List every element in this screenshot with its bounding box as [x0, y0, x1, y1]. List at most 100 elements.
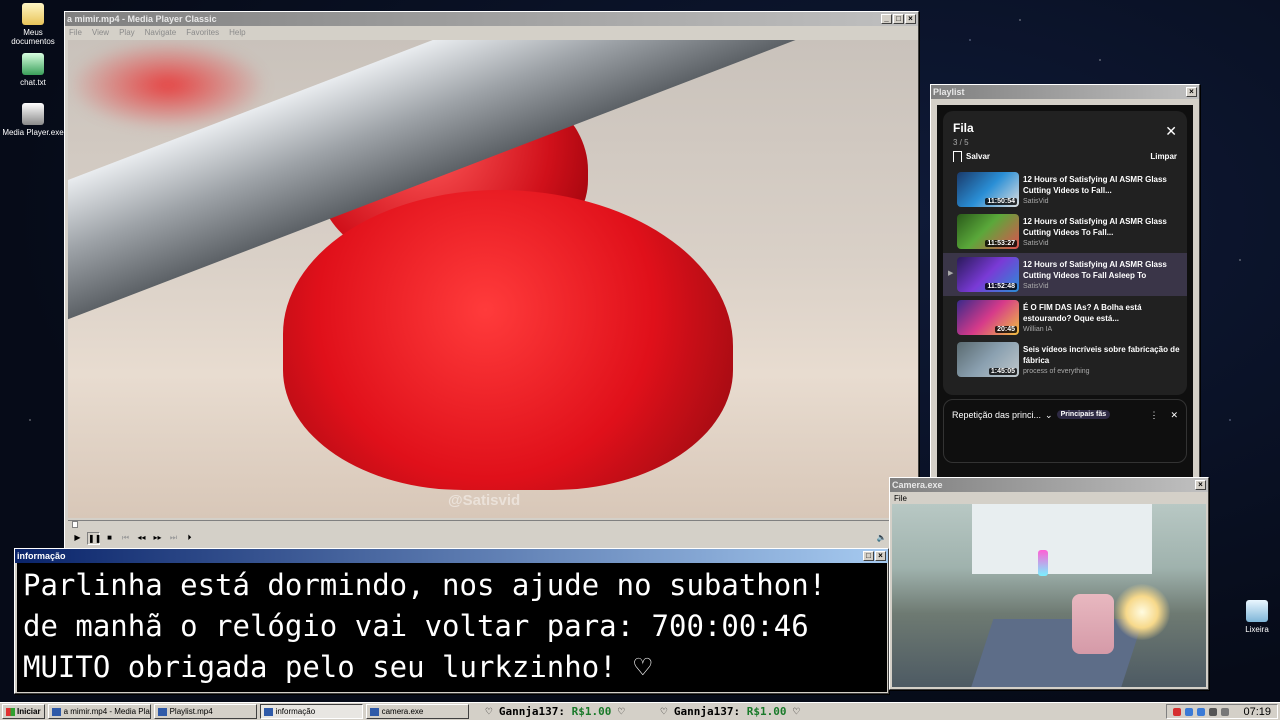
- ticker-amount: R$1.00: [746, 705, 787, 718]
- close-button[interactable]: ×: [1186, 87, 1197, 97]
- tray-app-icon[interactable]: [1209, 707, 1218, 716]
- more-vert-icon[interactable]: ⋮: [1149, 410, 1158, 421]
- video-thumbnail: 11:50:54: [957, 171, 1019, 207]
- close-icon[interactable]: ✕: [1165, 123, 1177, 140]
- duration-badge: 11:53:27: [985, 240, 1017, 248]
- tray-app-icon[interactable]: [1173, 707, 1182, 716]
- list-item[interactable]: 20:45 É O FIM DAS IAs? A Bolha está esto…: [943, 296, 1187, 339]
- video-watermark: @Satisvid: [448, 492, 521, 509]
- youtube-panel: Fila 3 / 5 ✕ Salvar Limpar 11:50:54 12 H…: [937, 105, 1193, 480]
- bookmark-icon: [953, 151, 962, 162]
- ticker-heart: ♡: [611, 705, 625, 718]
- window-title: Camera.exe: [892, 480, 943, 490]
- duration-badge: 1:45:05: [988, 368, 1017, 376]
- task-label: Playlist.mp4: [169, 707, 213, 716]
- video-thumbnail: 20:45: [957, 299, 1019, 335]
- menu-help[interactable]: Help: [229, 28, 245, 37]
- frame-step-button[interactable]: ⏵: [183, 532, 196, 545]
- video-thumbnail: 1:45:05: [957, 342, 1019, 378]
- window-title: Playlist: [933, 87, 965, 97]
- maximize-button[interactable]: □: [893, 14, 904, 24]
- desktop-icon-label: chat.txt: [20, 78, 46, 87]
- next-button[interactable]: ⏭: [167, 532, 180, 545]
- seek-bar[interactable]: [68, 520, 918, 528]
- info-titlebar[interactable]: informação □ ×: [15, 549, 888, 563]
- video-frame[interactable]: @Satisvid: [68, 40, 918, 518]
- media-player-titlebar[interactable]: a mimir.mp4 - Media Player Classic _ □ ×: [65, 12, 918, 26]
- menu-bar: File View Play Navigate Favorites Help: [65, 26, 918, 38]
- task-playlist[interactable]: Playlist.mp4: [153, 704, 257, 719]
- queue-list: 11:50:54 12 Hours of Satisfying AI ASMR …: [943, 168, 1187, 381]
- ticker-user: ♡ Gannja137:: [660, 705, 747, 718]
- save-button[interactable]: Salvar: [953, 151, 990, 162]
- menu-play[interactable]: Play: [119, 28, 135, 37]
- window-icon: [157, 707, 167, 716]
- clock[interactable]: 07:19: [1243, 706, 1271, 718]
- task-camera[interactable]: camera.exe: [365, 704, 469, 719]
- taskbar: Iniciar a mimir.mp4 - Media Player... Pl…: [0, 702, 1280, 720]
- camera-window: Camera.exe × File: [889, 477, 1209, 690]
- clear-button[interactable]: Limpar: [1150, 152, 1177, 161]
- start-button[interactable]: Iniciar: [2, 704, 45, 719]
- info-line: Parlinha está dormindo, nos ajude no sub…: [23, 568, 827, 602]
- desktop-icon-recycle-bin[interactable]: Lixeira: [1226, 600, 1280, 634]
- channel-name: SatisVid: [1023, 197, 1049, 205]
- pause-button[interactable]: ❚❚: [87, 531, 101, 545]
- menu-navigate[interactable]: Navigate: [145, 28, 177, 37]
- rewind-button[interactable]: ◂◂: [135, 532, 148, 545]
- play-button[interactable]: ▶: [71, 532, 84, 545]
- seek-handle[interactable]: [72, 521, 78, 528]
- playlist-name[interactable]: Repetição das princi...: [952, 410, 1041, 420]
- duration-badge: 20:45: [995, 325, 1017, 333]
- minimize-button[interactable]: _: [881, 14, 892, 24]
- list-item[interactable]: 11:50:54 12 Hours of Satisfying AI ASMR …: [943, 168, 1187, 211]
- ticker-entry: ♡ Gannja137: R$1.00 ♡: [486, 705, 625, 718]
- members-chip[interactable]: Principais fãs: [1056, 410, 1111, 419]
- speaker-icon[interactable]: [1221, 707, 1230, 716]
- close-button[interactable]: ×: [905, 14, 916, 24]
- lamp-glow: [1114, 584, 1170, 640]
- desktop-icon-documents[interactable]: Meus documentos: [2, 3, 64, 46]
- queue-title: Fila: [953, 121, 974, 135]
- chevron-down-icon[interactable]: ⌄: [1045, 410, 1053, 421]
- close-button[interactable]: ×: [1195, 480, 1206, 490]
- room-window: [972, 504, 1152, 574]
- window-icon: [263, 707, 273, 716]
- tray-app-icon[interactable]: [1185, 707, 1194, 716]
- maximize-button[interactable]: □: [863, 551, 874, 561]
- stop-button[interactable]: ■: [103, 532, 116, 545]
- recycle-bin-icon: [1246, 600, 1268, 622]
- task-info[interactable]: informação: [259, 704, 363, 719]
- desktop-icon-media-player[interactable]: Media Player.exe: [2, 103, 64, 137]
- ticker-user: ♡ Gannja137:: [485, 705, 572, 718]
- fast-forward-button[interactable]: ▸▸: [151, 532, 164, 545]
- info-message: Parlinha está dormindo, nos ajude no sub…: [17, 563, 887, 692]
- menu-file[interactable]: File: [69, 28, 82, 37]
- video-title: 12 Hours of Satisfying AI ASMR Glass Cut…: [1023, 259, 1167, 280]
- task-media-player[interactable]: a mimir.mp4 - Media Player...: [47, 704, 151, 719]
- menu-file[interactable]: File: [894, 494, 907, 503]
- list-item[interactable]: 1:45:05 Seis vídeos incríveis sobre fabr…: [943, 338, 1187, 381]
- speaker-icon[interactable]: 🔈: [875, 532, 888, 545]
- tray-app-icon[interactable]: [1197, 707, 1206, 716]
- info-line: de manhã o relógio vai voltar para: 700:…: [23, 609, 809, 643]
- menu-view[interactable]: View: [92, 28, 109, 37]
- camera-titlebar[interactable]: Camera.exe ×: [890, 478, 1208, 492]
- pink-jar: [1072, 594, 1114, 654]
- media-player-icon: [22, 103, 44, 125]
- ticker-entry: ♡ Gannja137: R$1.00 ♡: [661, 705, 800, 718]
- video-title: É O FIM DAS IAs? A Bolha está estourando…: [1023, 302, 1142, 323]
- strawberry-front: [283, 190, 733, 490]
- menu-favorites[interactable]: Favorites: [186, 28, 219, 37]
- desktop-icon-chat[interactable]: chat.txt: [2, 53, 64, 87]
- video-title: Seis vídeos incríveis sobre fabricação d…: [1023, 345, 1180, 366]
- list-item-current[interactable]: ▶ 11:52:48 12 Hours of Satisfying AI ASM…: [943, 253, 1187, 296]
- list-item[interactable]: 11:53:27 12 Hours of Satisfying AI ASMR …: [943, 211, 1187, 254]
- playlist-titlebar[interactable]: Playlist ×: [931, 85, 1199, 99]
- close-button[interactable]: ×: [875, 551, 886, 561]
- previous-button[interactable]: ⏮: [119, 532, 132, 545]
- video-title: 12 Hours of Satisfying AI ASMR Glass Cut…: [1023, 174, 1167, 195]
- close-icon[interactable]: ✕: [1170, 410, 1178, 421]
- donation-ticker: ♡ Gannja137: R$1.00 ♡ ♡ Gannja137: R$1.0…: [472, 705, 1164, 718]
- ticker-heart: ♡: [786, 705, 800, 718]
